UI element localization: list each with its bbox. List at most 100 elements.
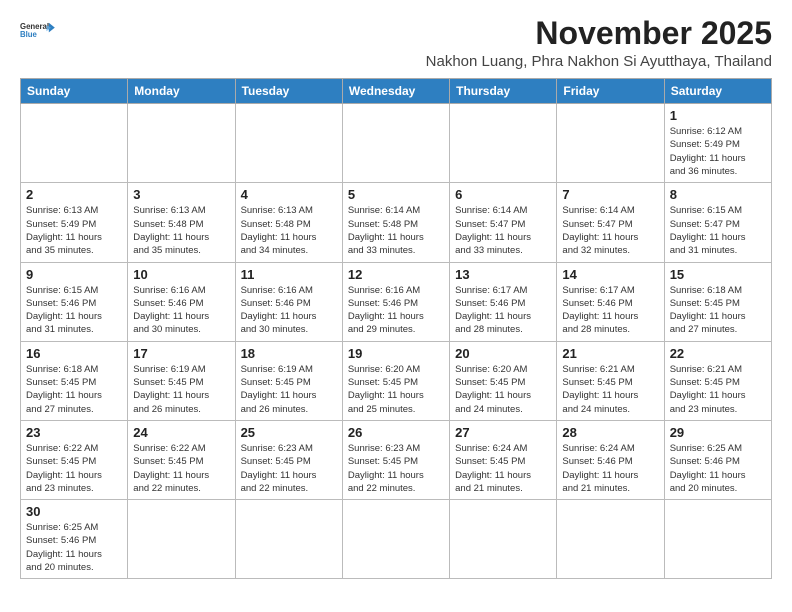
weekday-header-monday: Monday [128, 79, 235, 104]
calendar-cell: 2 Sunrise: 6:13 AMSunset: 5:49 PMDaylight… [21, 183, 128, 262]
calendar-cell [664, 500, 771, 579]
day-info: Sunrise: 6:23 AMSunset: 5:45 PMDaylight:… [241, 442, 337, 495]
day-info: Sunrise: 6:13 AMSunset: 5:49 PMDaylight:… [26, 204, 122, 257]
day-info: Sunrise: 6:22 AMSunset: 5:45 PMDaylight:… [133, 442, 229, 495]
day-info: Sunrise: 6:16 AMSunset: 5:46 PMDaylight:… [241, 284, 337, 337]
calendar-title-area: November 2025 Nakhon Luang, Phra Nakhon … [56, 16, 772, 70]
day-info: Sunrise: 6:25 AMSunset: 5:46 PMDaylight:… [26, 521, 122, 574]
calendar-cell: 17 Sunrise: 6:19 AMSunset: 5:45 PMDayligh… [128, 341, 235, 420]
day-number: 19 [348, 346, 444, 361]
calendar-cell [342, 500, 449, 579]
week-row-1: 1Sunrise: 6:12 AMSunset: 5:49 PMDaylight… [21, 104, 772, 183]
calendar-cell [21, 104, 128, 183]
day-number: 14 [562, 267, 658, 282]
day-info: Sunrise: 6:17 AMSunset: 5:46 PMDaylight:… [455, 284, 551, 337]
calendar-cell: 30Sunrise: 6:25 AMSunset: 5:46 PMDayligh… [21, 500, 128, 579]
day-number: 13 [455, 267, 551, 282]
weekday-header-wednesday: Wednesday [342, 79, 449, 104]
day-info: Sunrise: 6:25 AMSunset: 5:46 PMDaylight:… [670, 442, 766, 495]
svg-text:Blue: Blue [20, 30, 38, 39]
calendar-cell [342, 104, 449, 183]
day-number: 27 [455, 425, 551, 440]
calendar-cell: 29 Sunrise: 6:25 AMSunset: 5:46 PMDayligh… [664, 420, 771, 499]
day-number: 16 [26, 346, 122, 361]
calendar-cell: 15 Sunrise: 6:18 AMSunset: 5:45 PMDayligh… [664, 262, 771, 341]
day-number: 26 [348, 425, 444, 440]
day-number: 3 [133, 187, 229, 202]
calendar-cell [450, 500, 557, 579]
day-number: 12 [348, 267, 444, 282]
day-number: 1 [670, 108, 766, 123]
calendar-cell: 26 Sunrise: 6:23 AMSunset: 5:45 PMDayligh… [342, 420, 449, 499]
day-number: 23 [26, 425, 122, 440]
day-info: Sunrise: 6:24 AMSunset: 5:46 PMDaylight:… [562, 442, 658, 495]
day-number: 24 [133, 425, 229, 440]
day-info: Sunrise: 6:19 AMSunset: 5:45 PMDaylight:… [241, 363, 337, 416]
day-number: 15 [670, 267, 766, 282]
day-info: Sunrise: 6:20 AMSunset: 5:45 PMDaylight:… [455, 363, 551, 416]
weekday-header-saturday: Saturday [664, 79, 771, 104]
logo: General Blue [20, 16, 56, 42]
calendar-cell: 19 Sunrise: 6:20 AMSunset: 5:45 PMDayligh… [342, 341, 449, 420]
week-row-2: 2 Sunrise: 6:13 AMSunset: 5:49 PMDaylight… [21, 183, 772, 262]
calendar-cell: 27Sunrise: 6:24 AMSunset: 5:45 PMDayligh… [450, 420, 557, 499]
week-row-4: 16Sunrise: 6:18 AMSunset: 5:45 PMDayligh… [21, 341, 772, 420]
day-info: Sunrise: 6:15 AMSunset: 5:46 PMDaylight:… [26, 284, 122, 337]
day-number: 10 [133, 267, 229, 282]
day-info: Sunrise: 6:15 AMSunset: 5:47 PMDaylight:… [670, 204, 766, 257]
week-row-5: 23 Sunrise: 6:22 AMSunset: 5:45 PMDayligh… [21, 420, 772, 499]
calendar-cell: 24 Sunrise: 6:22 AMSunset: 5:45 PMDayligh… [128, 420, 235, 499]
calendar-cell: 20 Sunrise: 6:20 AMSunset: 5:45 PMDayligh… [450, 341, 557, 420]
day-info: Sunrise: 6:13 AMSunset: 5:48 PMDaylight:… [241, 204, 337, 257]
day-info: Sunrise: 6:14 AMSunset: 5:47 PMDaylight:… [455, 204, 551, 257]
day-info: Sunrise: 6:14 AMSunset: 5:47 PMDaylight:… [562, 204, 658, 257]
calendar-cell: 7 Sunrise: 6:14 AMSunset: 5:47 PMDaylight… [557, 183, 664, 262]
calendar-cell: 14 Sunrise: 6:17 AMSunset: 5:46 PMDayligh… [557, 262, 664, 341]
day-number: 8 [670, 187, 766, 202]
day-number: 2 [26, 187, 122, 202]
calendar-cell: 22Sunrise: 6:21 AMSunset: 5:45 PMDayligh… [664, 341, 771, 420]
calendar-cell [128, 500, 235, 579]
calendar-cell: 11 Sunrise: 6:16 AMSunset: 5:46 PMDayligh… [235, 262, 342, 341]
page-header: General Blue November 2025 Nakhon Luang,… [20, 16, 772, 70]
day-info: Sunrise: 6:21 AMSunset: 5:45 PMDaylight:… [562, 363, 658, 416]
day-number: 5 [348, 187, 444, 202]
weekday-header-thursday: Thursday [450, 79, 557, 104]
calendar-cell: 3Sunrise: 6:13 AMSunset: 5:48 PMDaylight… [128, 183, 235, 262]
day-number: 22 [670, 346, 766, 361]
calendar-cell: 5Sunrise: 6:14 AMSunset: 5:48 PMDaylight… [342, 183, 449, 262]
generalblue-logo-icon: General Blue [20, 20, 56, 40]
day-number: 6 [455, 187, 551, 202]
day-number: 25 [241, 425, 337, 440]
calendar-cell: 23 Sunrise: 6:22 AMSunset: 5:45 PMDayligh… [21, 420, 128, 499]
day-number: 20 [455, 346, 551, 361]
calendar-cell [235, 500, 342, 579]
day-number: 29 [670, 425, 766, 440]
calendar-cell [235, 104, 342, 183]
calendar-cell: 16Sunrise: 6:18 AMSunset: 5:45 PMDayligh… [21, 341, 128, 420]
day-info: Sunrise: 6:18 AMSunset: 5:45 PMDaylight:… [670, 284, 766, 337]
svg-text:General: General [20, 22, 49, 31]
calendar-cell [557, 104, 664, 183]
week-row-6: 30Sunrise: 6:25 AMSunset: 5:46 PMDayligh… [21, 500, 772, 579]
calendar-cell: 25 Sunrise: 6:23 AMSunset: 5:45 PMDayligh… [235, 420, 342, 499]
calendar-cell: 28Sunrise: 6:24 AMSunset: 5:46 PMDayligh… [557, 420, 664, 499]
calendar-cell: 1Sunrise: 6:12 AMSunset: 5:49 PMDaylight… [664, 104, 771, 183]
calendar-cell [128, 104, 235, 183]
day-info: Sunrise: 6:22 AMSunset: 5:45 PMDaylight:… [26, 442, 122, 495]
day-number: 21 [562, 346, 658, 361]
day-number: 11 [241, 267, 337, 282]
day-number: 17 [133, 346, 229, 361]
day-number: 7 [562, 187, 658, 202]
day-info: Sunrise: 6:20 AMSunset: 5:45 PMDaylight:… [348, 363, 444, 416]
day-info: Sunrise: 6:23 AMSunset: 5:45 PMDaylight:… [348, 442, 444, 495]
weekday-header-friday: Friday [557, 79, 664, 104]
day-info: Sunrise: 6:17 AMSunset: 5:46 PMDaylight:… [562, 284, 658, 337]
calendar-cell: 4Sunrise: 6:13 AMSunset: 5:48 PMDaylight… [235, 183, 342, 262]
calendar-table: SundayMondayTuesdayWednesdayThursdayFrid… [20, 78, 772, 579]
calendar-cell: 9Sunrise: 6:15 AMSunset: 5:46 PMDaylight… [21, 262, 128, 341]
weekday-header-sunday: Sunday [21, 79, 128, 104]
day-info: Sunrise: 6:19 AMSunset: 5:45 PMDaylight:… [133, 363, 229, 416]
calendar-cell: 8 Sunrise: 6:15 AMSunset: 5:47 PMDaylight… [664, 183, 771, 262]
weekday-header-row: SundayMondayTuesdayWednesdayThursdayFrid… [21, 79, 772, 104]
